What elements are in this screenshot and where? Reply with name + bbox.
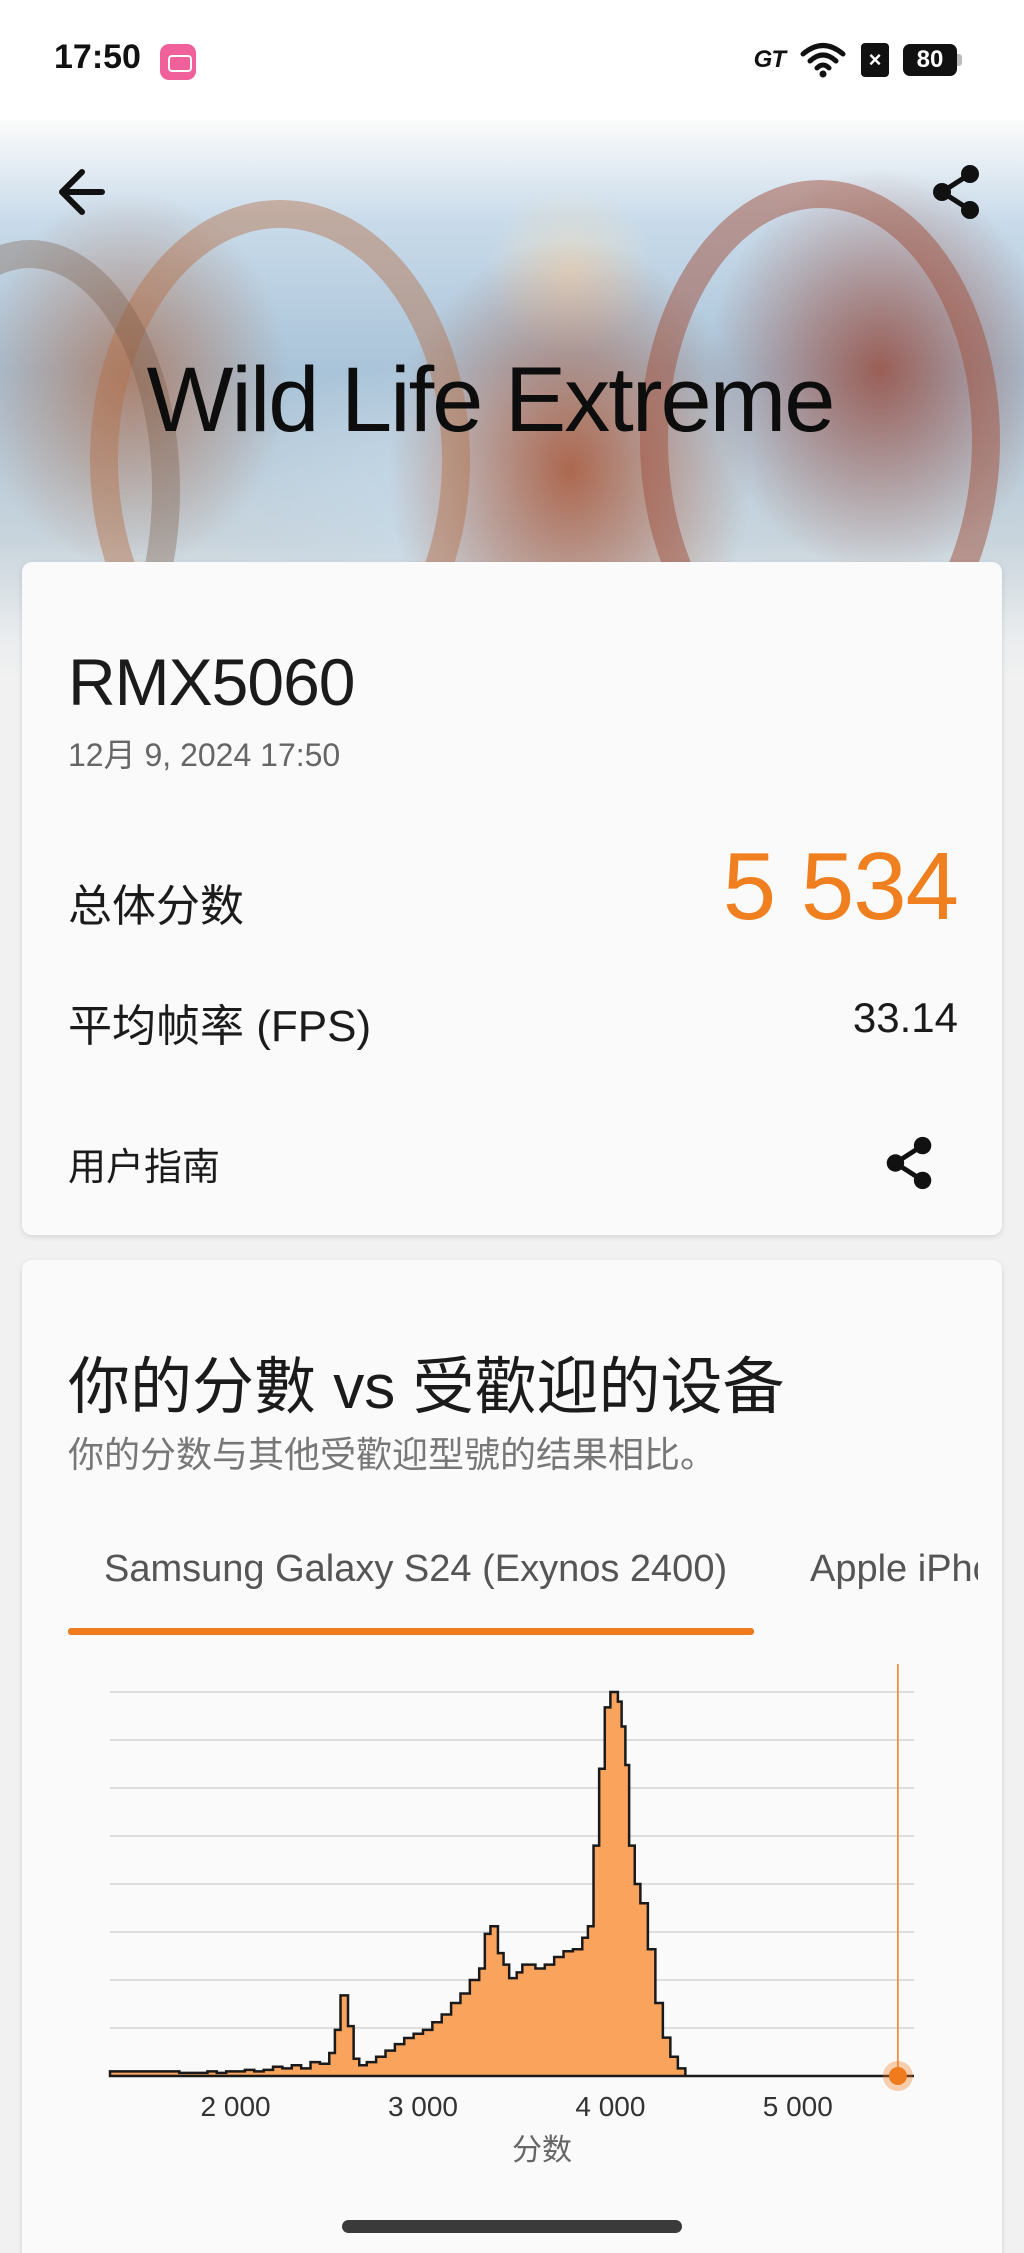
- result-card: RMX5060 12月 9, 2024 17:50 总体分数 5 534 平均帧…: [22, 562, 1002, 1235]
- benchmark-title: Wild Life Extreme: [146, 349, 836, 451]
- overall-score-value: 5 534: [722, 833, 959, 940]
- active-tab-indicator: [68, 1628, 754, 1635]
- home-indicator[interactable]: [342, 2220, 682, 2233]
- x-tick-label: 4 000: [575, 2091, 645, 2122]
- status-time: 17:50: [54, 38, 141, 76]
- network-badge: GT: [753, 46, 786, 73]
- status-bar: 17:50 GT × 80: [0, 0, 1024, 120]
- your-score-marker: [888, 2067, 907, 2085]
- back-button[interactable]: [48, 160, 112, 224]
- run-date: 12月 9, 2024 17:50: [68, 737, 341, 773]
- overall-score-label: 总体分数: [68, 882, 244, 931]
- x-tick-label: 3 000: [388, 2091, 458, 2122]
- battery-level: 80: [903, 44, 957, 76]
- user-guide-link[interactable]: 用户指南: [68, 1136, 220, 1191]
- score-distribution-chart: 2 000 3 000 4 000 5 000 分数: [108, 1664, 914, 2168]
- app-notification-icon: [160, 44, 196, 80]
- x-axis-label: 分数: [512, 2133, 572, 2168]
- share-button[interactable]: [924, 160, 988, 224]
- guide-share-button[interactable]: [878, 1132, 940, 1194]
- comparison-subtitle: 你的分数与其他受歡迎型號的结果相比。: [68, 1434, 717, 1475]
- x-tick-label: 2 000: [201, 2091, 271, 2122]
- tab-samsung-galaxy-s24[interactable]: Samsung Galaxy S24 (Exynos 2400): [104, 1548, 727, 1591]
- arrow-left-icon: [59, 169, 105, 215]
- battery-icon: 80: [903, 44, 962, 76]
- device-tabs: Samsung Galaxy S24 (Exynos 2400) Apple i…: [68, 1520, 978, 1640]
- share-icon: [886, 1136, 932, 1190]
- device-name: RMX5060: [68, 645, 355, 719]
- wifi-icon: [800, 43, 846, 78]
- comparison-title: 你的分數 vs 受歡迎的设备: [68, 1353, 785, 1422]
- no-sim-icon: ×: [861, 43, 889, 77]
- average-fps-label: 平均帧率 (FPS): [68, 1002, 372, 1051]
- share-icon: [933, 165, 979, 219]
- tab-apple-iphone[interactable]: Apple iPhc: [810, 1548, 978, 1591]
- status-icons: GT × 80: [754, 40, 962, 80]
- comparison-card: 你的分數 vs 受歡迎的设备 你的分数与其他受歡迎型號的结果相比。 Samsun…: [22, 1260, 1002, 2253]
- x-tick-label: 5 000: [763, 2091, 833, 2122]
- average-fps-value: 33.14: [852, 994, 958, 1041]
